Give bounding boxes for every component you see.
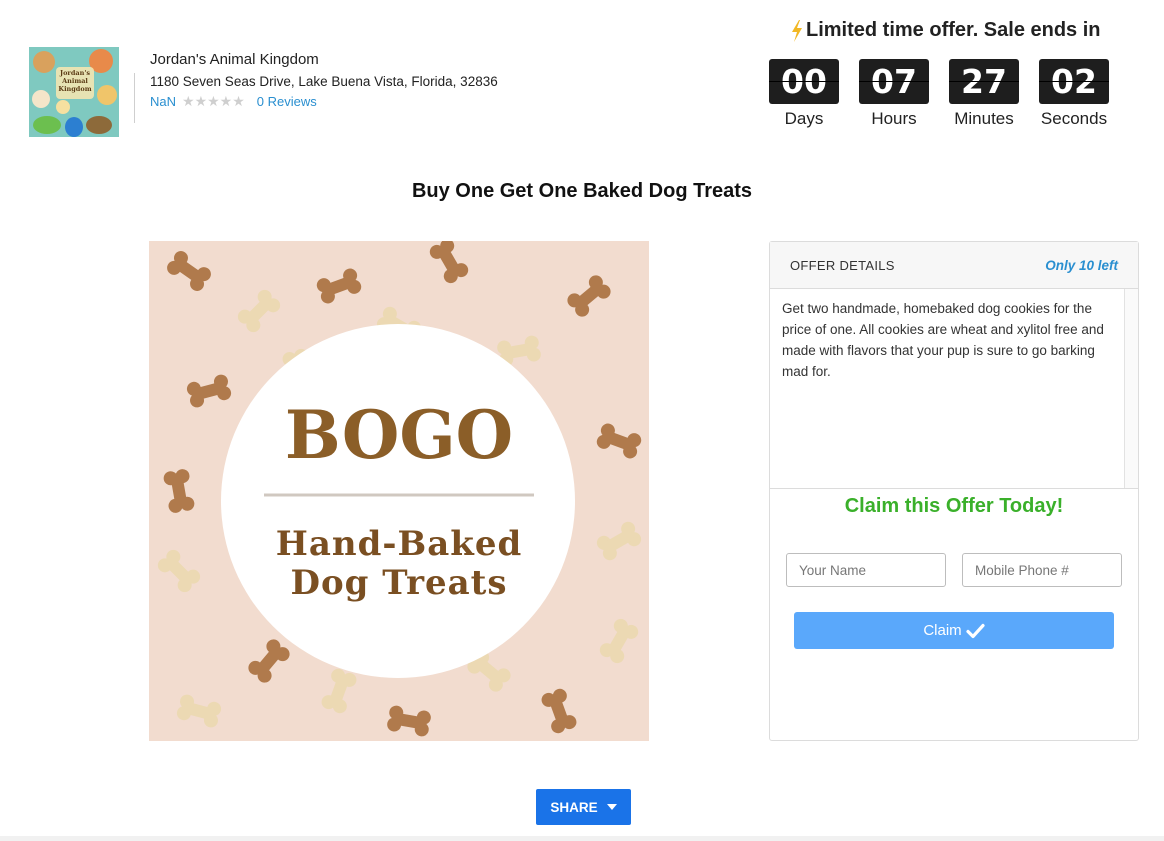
caret-down-icon: [606, 804, 617, 810]
claim-button-label: Claim: [923, 622, 962, 639]
countdown-minutes-value: 27: [949, 59, 1019, 104]
rating-stars: ★★★★★: [182, 93, 245, 109]
offer-remaining-badge: Only 10 left: [1045, 257, 1118, 273]
claim-heading: Claim this Offer Today!: [844, 495, 1064, 517]
share-button-label: SHARE: [550, 799, 598, 815]
offer-description[interactable]: Get two handmade, homebaked dog cookies …: [770, 289, 1138, 489]
countdown-headline: Limited time offer. Sale ends in: [790, 19, 1101, 42]
store-rating: NaN ★★★★★ 0 Reviews: [150, 93, 317, 110]
offer-image-graphic: [149, 241, 649, 741]
reviews-link[interactable]: 0 Reviews: [257, 94, 317, 109]
footer-edge: [0, 836, 1164, 841]
countdown-days-label: Days: [784, 109, 824, 128]
store-logo[interactable]: Jordan's Animal Kingdom: [29, 47, 119, 137]
offer-details-panel: OFFER DETAILS Only 10 left Get two handm…: [769, 241, 1139, 741]
offer-description-text: Get two handmade, homebaked dog cookies …: [782, 301, 1104, 379]
countdown-seconds-value: 02: [1039, 59, 1109, 104]
claim-form: [770, 553, 1138, 587]
countdown-days-value: 00: [769, 59, 839, 104]
lightning-bolt-icon: [792, 19, 802, 42]
countdown-minutes: 27 Minutes: [949, 59, 1039, 129]
bogo-headline: BOGO: [284, 396, 514, 474]
name-input[interactable]: [786, 553, 946, 587]
offer-title: Buy One Get One Baked Dog Treats: [411, 180, 753, 202]
bogo-line2: Dog Treats: [290, 563, 508, 603]
offer-details-header: OFFER DETAILS Only 10 left: [770, 242, 1138, 289]
countdown-headline-text: Limited time offer. Sale ends in: [806, 19, 1101, 41]
offer-image: BOGO Hand-Baked Dog Treats: [149, 241, 649, 741]
countdown-seconds-label: Seconds: [1040, 109, 1108, 128]
countdown-hours: 07 Hours: [859, 59, 949, 129]
store-divider: [134, 73, 135, 123]
countdown-hours-value: 07: [859, 59, 929, 104]
countdown-minutes-label: Minutes: [954, 109, 1014, 128]
store-name: Jordan's Animal Kingdom: [150, 51, 319, 68]
store-address: 1180 Seven Seas Drive, Lake Buena Vista,…: [150, 74, 498, 89]
phone-input[interactable]: [962, 553, 1122, 587]
bogo-line1: Hand-Baked: [275, 524, 523, 564]
store-logo-text: Jordan's Animal Kingdom: [58, 69, 92, 93]
offer-details-title: OFFER DETAILS: [790, 257, 895, 273]
claim-button[interactable]: Claim: [794, 612, 1114, 649]
countdown-seconds: 02 Seconds: [1039, 59, 1129, 129]
checkmark-icon: [966, 623, 985, 638]
rating-value: NaN: [150, 94, 177, 109]
share-button[interactable]: SHARE: [536, 789, 631, 825]
countdown-days: 00 Days: [769, 59, 859, 129]
countdown-hours-label: Hours: [871, 109, 917, 128]
description-scrollbar[interactable]: [1124, 289, 1138, 488]
